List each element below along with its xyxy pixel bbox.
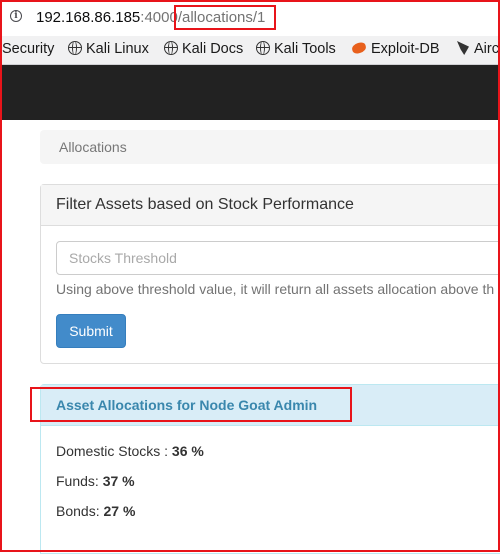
bookmark-label: Kali Linux: [86, 41, 149, 57]
stocks-threshold-input[interactable]: [56, 241, 500, 275]
bookmark-label: Airc: [474, 41, 499, 57]
aircrack-icon: [457, 41, 469, 55]
bookmark-security[interactable]: Security: [2, 41, 54, 57]
allocation-label: Bonds:: [56, 503, 104, 519]
bookmarks-toolbar: Security Kali Linux Kali Docs Kali Tools…: [0, 36, 500, 65]
bookmark-label: Exploit-DB: [371, 41, 440, 57]
filter-panel: Filter Assets based on Stock Performance…: [40, 184, 500, 364]
bookmark-exploit-db[interactable]: Exploit-DB: [350, 41, 440, 57]
bookmark-aircrack[interactable]: Airc: [457, 41, 499, 57]
allocation-row-funds: Funds: 37 %: [56, 473, 135, 489]
threshold-help-text: Using above threshold value, it will ret…: [56, 281, 495, 297]
allocation-value: 36 %: [171, 443, 204, 459]
url-path-highlight: [174, 5, 276, 30]
bookmark-label: Security: [2, 41, 55, 57]
exploit-db-icon: [350, 41, 368, 55]
bookmark-kali-docs[interactable]: Kali Docs: [164, 41, 243, 57]
page-content: Allocations Filter Assets based on Stock…: [14, 120, 500, 554]
allocation-value: 27 %: [103, 503, 136, 519]
allocation-row-bonds: Bonds: 27 %: [56, 503, 135, 519]
submit-button[interactable]: Submit: [56, 314, 126, 348]
globe-icon: [68, 41, 82, 55]
allocation-value: 37 %: [102, 473, 135, 489]
allocation-row-domestic-stocks: Domestic Stocks : 36 %: [56, 443, 204, 459]
globe-icon: [256, 41, 270, 55]
filter-panel-heading: Filter Assets based on Stock Performance: [41, 185, 500, 226]
panel-title-highlight: [30, 387, 352, 422]
info-icon[interactable]: i: [10, 10, 22, 22]
url-host: 192.168.86.185: [36, 9, 141, 26]
globe-icon: [164, 41, 178, 55]
breadcrumb: Allocations: [40, 130, 500, 164]
allocation-label: Funds:: [56, 473, 103, 489]
allocation-label: Domestic Stocks :: [56, 443, 172, 459]
address-bar[interactable]: i 192.168.86.185:4000/allocations/1: [0, 0, 500, 37]
bookmark-kali-linux[interactable]: Kali Linux: [68, 41, 149, 57]
breadcrumb-item-allocations: Allocations: [59, 139, 127, 155]
url-port: :4000: [140, 9, 178, 26]
bookmark-kali-tools[interactable]: Kali Tools: [256, 41, 336, 57]
top-navbar: [0, 65, 500, 120]
bookmark-label: Kali Docs: [182, 41, 244, 57]
filter-panel-title: Filter Assets based on Stock Performance: [56, 196, 354, 213]
bookmark-label: Kali Tools: [274, 41, 336, 57]
